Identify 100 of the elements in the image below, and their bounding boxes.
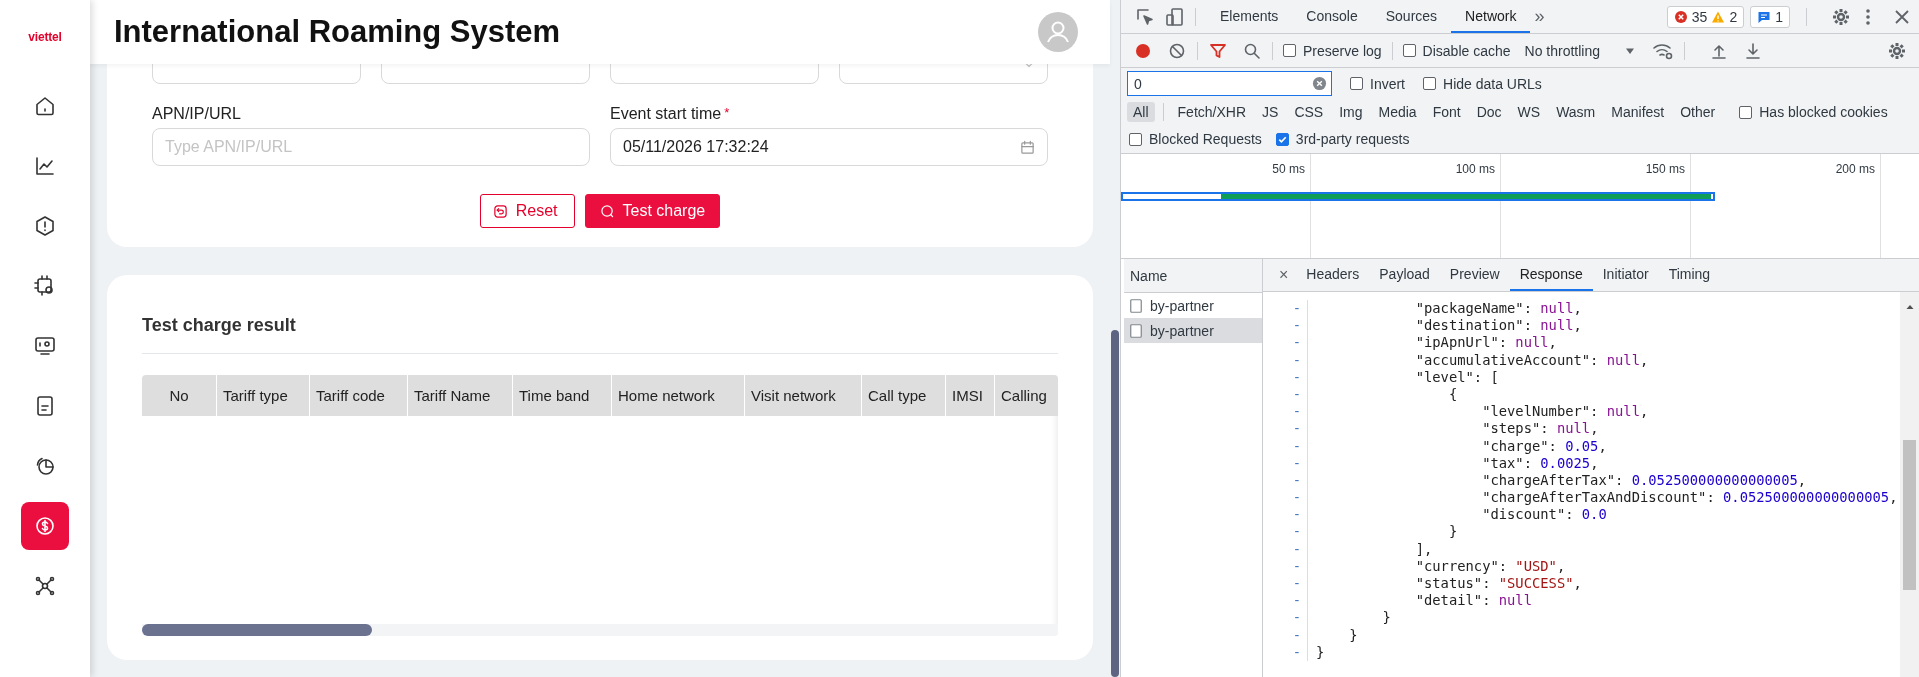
type-filter[interactable]: WS bbox=[1511, 102, 1547, 122]
messages-counter[interactable]: 1 bbox=[1750, 5, 1790, 28]
file-icon bbox=[1130, 298, 1142, 313]
type-filter[interactable]: Img bbox=[1333, 102, 1369, 122]
field-label: APN/IP/URL bbox=[152, 105, 241, 123]
type-filter[interactable]: Wasm bbox=[1550, 102, 1602, 122]
gutter-mark: - bbox=[1291, 557, 1302, 575]
detail-tab[interactable]: Headers bbox=[1296, 259, 1370, 291]
section-title: Test charge result bbox=[142, 315, 297, 335]
checkbox[interactable] bbox=[1739, 105, 1753, 119]
tick-label: 100 ms bbox=[1455, 162, 1495, 176]
type-filter[interactable]: Manifest bbox=[1605, 102, 1671, 122]
gutter-mark: - bbox=[1291, 368, 1302, 386]
throttling-select[interactable]: No throttling bbox=[1524, 42, 1600, 59]
gutter-mark: - bbox=[1291, 626, 1302, 644]
logo: viettel bbox=[28, 30, 62, 44]
test-charge-button[interactable]: Test charge bbox=[584, 194, 721, 228]
type-filter[interactable]: Media bbox=[1372, 102, 1423, 122]
more-tabs-button[interactable]: » bbox=[1534, 6, 1545, 27]
type-filter[interactable]: CSS bbox=[1288, 102, 1330, 122]
code-line: "status": "SUCCESS", bbox=[1414, 575, 1582, 593]
line-chart-icon bbox=[33, 154, 57, 178]
column-header: Time band bbox=[513, 375, 612, 416]
gutter-mark: - bbox=[1291, 523, 1302, 541]
code-line: "level": [ bbox=[1414, 368, 1499, 386]
gutter-mark: - bbox=[1291, 420, 1302, 438]
reset-button[interactable]: Reset bbox=[479, 194, 575, 228]
checkbox-label: Preserve log bbox=[1303, 42, 1382, 59]
code-line: "destination": null, bbox=[1414, 317, 1582, 335]
code-line: "packageName": null, bbox=[1414, 300, 1582, 318]
detail-tab[interactable]: Timing bbox=[1658, 259, 1721, 291]
code-line: "accumulativeAccount": null, bbox=[1414, 351, 1649, 369]
checkbox[interactable] bbox=[1350, 77, 1363, 90]
checkbox[interactable] bbox=[1275, 132, 1289, 146]
field-label: Event start time bbox=[610, 105, 722, 123]
type-filter[interactable]: Fetch/XHR bbox=[1171, 102, 1253, 122]
column-header: No bbox=[142, 375, 217, 416]
alert-icon bbox=[33, 214, 57, 238]
tick-label: 150 ms bbox=[1645, 162, 1685, 176]
type-filter[interactable]: Doc bbox=[1470, 102, 1508, 122]
horizontal-scrollbar[interactable] bbox=[142, 624, 1058, 636]
code-line: { bbox=[1447, 385, 1458, 404]
type-filter[interactable]: Font bbox=[1426, 102, 1467, 122]
date-field[interactable]: 05/11/2026 17:32:24 bbox=[610, 128, 1048, 166]
warning-icon bbox=[1711, 9, 1726, 24]
gutter-mark: - bbox=[1291, 385, 1302, 404]
panel-tab[interactable]: Elements bbox=[1206, 0, 1293, 33]
error-count: 35 bbox=[1691, 8, 1708, 25]
code-line: ], bbox=[1414, 540, 1433, 558]
column-header: Name bbox=[1124, 259, 1262, 293]
request-row[interactable]: by-partner bbox=[1124, 293, 1262, 318]
filter-value: 0 bbox=[1134, 75, 1142, 92]
column-header: Visit network bbox=[745, 375, 862, 416]
checkbox[interactable] bbox=[1283, 44, 1296, 57]
type-filter[interactable]: All bbox=[1127, 102, 1155, 122]
response-scrollbar[interactable] bbox=[1900, 292, 1919, 677]
settings-icon[interactable] bbox=[1887, 40, 1907, 61]
date-value: 05/11/2026 17:32:24 bbox=[623, 138, 769, 156]
inspect-icon[interactable] bbox=[1135, 6, 1155, 27]
detail-tab[interactable]: Preview bbox=[1439, 259, 1510, 291]
detail-tab[interactable]: Initiator bbox=[1592, 259, 1659, 291]
detail-tab[interactable]: Payload bbox=[1369, 259, 1440, 291]
type-filter[interactable]: Other bbox=[1674, 102, 1722, 122]
code-line: } bbox=[1447, 523, 1458, 541]
device-icon[interactable] bbox=[1165, 6, 1185, 27]
text-field[interactable]: Type APN/IP/URL bbox=[152, 128, 590, 166]
close-button[interactable]: × bbox=[1271, 266, 1297, 284]
checkbox-label: Invert bbox=[1370, 75, 1405, 92]
panel-tab[interactable]: Console bbox=[1292, 0, 1372, 33]
error-icon bbox=[1673, 9, 1688, 24]
code-line: "steps": null, bbox=[1481, 420, 1599, 438]
gutter-mark: - bbox=[1291, 609, 1302, 627]
network-icon bbox=[33, 574, 57, 598]
column-header: IMSI bbox=[946, 375, 995, 416]
filter-field[interactable]: 0 bbox=[1127, 71, 1332, 96]
checkbox-label: Hide data URLs bbox=[1443, 75, 1542, 92]
required-mark: * bbox=[724, 105, 730, 122]
request-row[interactable]: by-partner bbox=[1124, 318, 1262, 343]
code-line: "discount": 0.0 bbox=[1481, 506, 1607, 524]
checkbox[interactable] bbox=[1423, 77, 1436, 90]
issues-counter[interactable]: 35 2 bbox=[1666, 5, 1745, 28]
column-header: Tariff code bbox=[310, 375, 408, 416]
gutter-mark: - bbox=[1291, 403, 1302, 421]
warning-count: 2 bbox=[1729, 8, 1738, 25]
checkbox[interactable] bbox=[1402, 44, 1416, 57]
monitor-icon bbox=[33, 334, 57, 358]
app-title: International Roaming System bbox=[114, 14, 561, 50]
calendar-icon bbox=[1020, 139, 1035, 155]
panel-tab[interactable]: Sources bbox=[1371, 0, 1452, 33]
code-line: "chargeAfterTax": 0.052500000000000005, bbox=[1481, 471, 1807, 490]
code-line: "charge": 0.05, bbox=[1481, 437, 1607, 455]
type-filter[interactable]: JS bbox=[1256, 102, 1285, 122]
clear-input-icon[interactable] bbox=[1312, 76, 1327, 91]
checkbox[interactable] bbox=[1129, 132, 1142, 146]
code-line: "levelNumber": null, bbox=[1481, 403, 1649, 421]
gutter-mark: - bbox=[1291, 334, 1302, 352]
gutter-mark: - bbox=[1291, 643, 1302, 661]
detail-tab[interactable]: Response bbox=[1509, 259, 1593, 291]
gutter-mark: - bbox=[1291, 540, 1302, 558]
column-header: Home network bbox=[612, 375, 745, 416]
